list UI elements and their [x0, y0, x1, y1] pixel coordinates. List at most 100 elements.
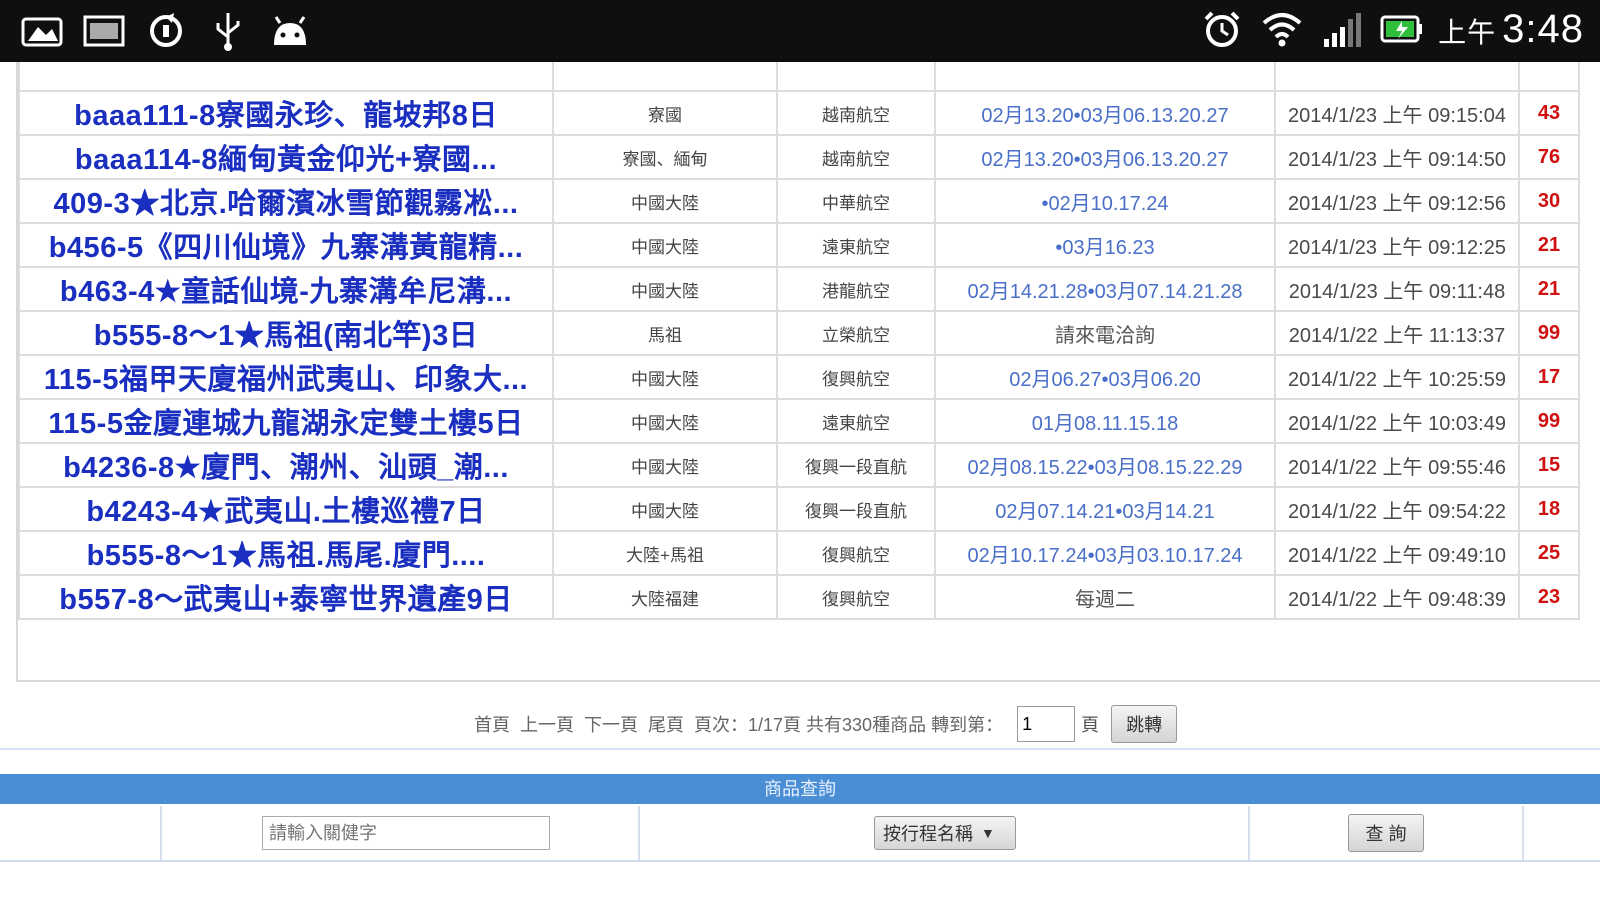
price-cell: 18 — [1518, 486, 1580, 532]
table-row[interactable]: b555-8～1★馬祖(南北竿)3日 馬祖 立榮航空 請來電洽詢 2014/1/22 上… — [18, 310, 1580, 356]
price-cell: 23 — [1518, 574, 1580, 620]
airline-cell: 港龍航空 — [776, 266, 936, 312]
table-row-partial — [18, 62, 1580, 92]
tour-name-link[interactable]: 409-3★北京.哈爾濱冰雪節觀霧凇... — [54, 188, 519, 220]
pagination: 首頁 上一頁 下一頁 尾頁 頁次：1/17頁 共有330種商品 轉到第： 頁 跳… — [474, 704, 1178, 744]
airline-cell: 遠東航空 — [776, 398, 936, 444]
go-page-button[interactable]: 跳轉 — [1111, 705, 1178, 743]
tour-name-link[interactable]: b4243-4★武夷山.土樓巡禮7日 — [86, 496, 485, 528]
tour-name-link[interactable]: b557-8～武夷山+泰寧世界遺產9日 — [59, 584, 512, 616]
departure-dates-cell: 每週二 — [934, 574, 1276, 620]
search-field-select[interactable]: 按行程名稱 ▼ — [874, 816, 1016, 850]
product-table: baaa111-8寮國永珍、龍坡邦8日 寮國 越南航空 02月13.20•03月06.… — [18, 62, 1580, 620]
airline-cell: 立榮航空 — [776, 310, 936, 356]
table-row[interactable]: b463-4★童話仙境-九寨溝牟尼溝... 中國大陸 港龍航空 02月14.21.28… — [18, 266, 1580, 312]
area-cell: 中國大陸 — [552, 486, 778, 532]
airline-cell: 復興一段直航 — [776, 486, 936, 532]
update-time-cell: 2014/1/23 上午 09:15:04 — [1274, 90, 1520, 136]
departure-dates-cell: 01月08.11.15.18 — [934, 398, 1276, 444]
departure-dates-cell: 02月10.17.24•03月03.10.17.24 — [934, 530, 1276, 576]
tour-name-cell[interactable]: b4243-4★武夷山.土樓巡禮7日 — [18, 486, 554, 532]
search-form: 按行程名稱 ▼ 查 詢 — [0, 806, 1600, 862]
sync-icon — [142, 8, 190, 54]
table-row[interactable]: 115-5福甲天廈福州武夷山、印象大... 中國大陸 復興航空 02月06.27•03… — [18, 354, 1580, 400]
update-time-cell: 2014/1/22 上午 09:49:10 — [1274, 530, 1520, 576]
page-suffix: 頁 — [1081, 715, 1100, 735]
tour-name-cell[interactable]: b463-4★童話仙境-九寨溝牟尼溝... — [18, 266, 554, 312]
tour-name-cell[interactable]: baaa114-8緬甸黃金仰光+寮國... — [18, 134, 554, 180]
chevron-down-icon: ▼ — [981, 825, 995, 841]
update-time-cell: 2014/1/22 上午 09:54:22 — [1274, 486, 1520, 532]
price-cell: 99 — [1518, 310, 1580, 356]
table-row[interactable]: b4236-8★廈門、潮州、汕頭_潮... 中國大陸 復興一段直航 02月08.15.… — [18, 442, 1580, 488]
status-clock: 上午 3:48 — [1438, 6, 1584, 51]
tour-name-link[interactable]: 115-5福甲天廈福州武夷山、印象大... — [44, 364, 528, 396]
departure-dates-cell: 02月08.15.22•03月08.15.22.29 — [934, 442, 1276, 488]
table-row[interactable]: baaa114-8緬甸黃金仰光+寮國... 寮國、緬甸 越南航空 02月13.20•0… — [18, 134, 1580, 180]
tour-name-cell[interactable]: b4236-8★廈門、潮州、汕頭_潮... — [18, 442, 554, 488]
area-cell: 大陸福建 — [552, 574, 778, 620]
page-number-input[interactable] — [1017, 706, 1076, 742]
update-time-cell: 2014/1/22 上午 09:55:46 — [1274, 442, 1520, 488]
tour-name-link[interactable]: baaa114-8緬甸黃金仰光+寮國... — [75, 144, 497, 176]
first-page-link[interactable]: 首頁 — [474, 711, 510, 737]
signal-icon — [1318, 6, 1366, 52]
area-cell: 寮國、緬甸 — [552, 134, 778, 180]
tour-name-cell[interactable]: 115-5福甲天廈福州武夷山、印象大... — [18, 354, 554, 400]
tour-name-cell[interactable]: 409-3★北京.哈爾濱冰雪節觀霧凇... — [18, 178, 554, 224]
table-row[interactable]: b4243-4★武夷山.土樓巡禮7日 中國大陸 復興一段直航 02月07.14.21•… — [18, 486, 1580, 532]
table-row[interactable]: b555-8～1★馬祖.馬尾.廈門.... 大陸+馬祖 復興航空 02月10.17.2… — [18, 530, 1580, 576]
area-cell: 中國大陸 — [552, 442, 778, 488]
tour-name-link[interactable]: b456-5《四川仙境》九寨溝黃龍精... — [49, 232, 524, 264]
airline-cell: 復興航空 — [776, 354, 936, 400]
last-page-link[interactable]: 尾頁 — [648, 711, 684, 737]
usb-icon — [204, 8, 252, 54]
update-time-cell: 2014/1/22 上午 10:03:49 — [1274, 398, 1520, 444]
search-button[interactable]: 查 詢 — [1348, 814, 1424, 852]
next-page-link[interactable]: 下一頁 — [584, 711, 638, 737]
airline-cell: 復興一段直航 — [776, 442, 936, 488]
departure-dates-cell: 請來電洽詢 — [934, 310, 1276, 356]
area-cell: 中國大陸 — [552, 266, 778, 312]
area-cell: 中國大陸 — [552, 222, 778, 268]
area-cell: 中國大陸 — [552, 398, 778, 444]
update-time-cell: 2014/1/22 上午 09:48:39 — [1274, 574, 1520, 620]
tour-name-link[interactable]: baaa111-8寮國永珍、龍坡邦8日 — [74, 100, 498, 132]
price-cell: 17 — [1518, 354, 1580, 400]
picture-icon — [18, 8, 66, 54]
divider — [0, 748, 1600, 750]
departure-dates-cell: 02月06.27•03月06.20 — [934, 354, 1276, 400]
tour-name-link[interactable]: b555-8～1★馬祖.馬尾.廈門.... — [87, 540, 486, 572]
airline-cell: 越南航空 — [776, 134, 936, 180]
airline-cell: 復興航空 — [776, 574, 936, 620]
airline-cell: 越南航空 — [776, 90, 936, 136]
android-icon — [266, 8, 314, 54]
departure-dates-cell: •02月10.17.24 — [934, 178, 1276, 224]
tour-name-link[interactable]: b463-4★童話仙境-九寨溝牟尼溝... — [60, 276, 512, 308]
tour-name-cell[interactable]: b456-5《四川仙境》九寨溝黃龍精... — [18, 222, 554, 268]
tour-name-cell[interactable]: b555-8～1★馬祖(南北竿)3日 — [18, 310, 554, 356]
departure-dates-cell: 02月14.21.28•03月07.14.21.28 — [934, 266, 1276, 312]
tour-name-cell[interactable]: b557-8～武夷山+泰寧世界遺產9日 — [18, 574, 554, 620]
table-row[interactable]: 115-5金廈連城九龍湖永定雙土樓5日 中國大陸 遠東航空 01月08.11.15.1… — [18, 398, 1580, 444]
table-row[interactable]: b456-5《四川仙境》九寨溝黃龍精... 中國大陸 遠東航空 •03月16.23 20… — [18, 222, 1580, 268]
area-cell: 中國大陸 — [552, 354, 778, 400]
tour-name-cell[interactable]: b555-8～1★馬祖.馬尾.廈門.... — [18, 530, 554, 576]
tour-name-cell[interactable]: 115-5金廈連城九龍湖永定雙土樓5日 — [18, 398, 554, 444]
update-time-cell: 2014/1/22 上午 10:25:59 — [1274, 354, 1520, 400]
update-time-cell: 2014/1/22 上午 11:13:37 — [1274, 310, 1520, 356]
prev-page-link[interactable]: 上一頁 — [520, 711, 574, 737]
tour-name-link[interactable]: 115-5金廈連城九龍湖永定雙土樓5日 — [48, 408, 523, 440]
tour-name-link[interactable]: b555-8～1★馬祖(南北竿)3日 — [94, 320, 478, 352]
search-header: 商品查詢 — [0, 774, 1600, 804]
keyword-input[interactable] — [262, 816, 550, 850]
table-row[interactable]: 409-3★北京.哈爾濱冰雪節觀霧凇... 中國大陸 中華航空 •02月10.17.2… — [18, 178, 1580, 224]
status-bar: 上午 3:48 — [0, 0, 1600, 62]
product-list: baaa111-8寮國永珍、龍坡邦8日 寮國 越南航空 02月13.20•03月06.… — [16, 62, 1600, 682]
table-row[interactable]: b557-8～武夷山+泰寧世界遺產9日 大陸福建 復興航空 每週二 2014/1/22 … — [18, 574, 1580, 620]
tour-name-cell[interactable]: baaa111-8寮國永珍、龍坡邦8日 — [18, 90, 554, 136]
wifi-icon — [1258, 6, 1306, 52]
table-row[interactable]: baaa111-8寮國永珍、龍坡邦8日 寮國 越南航空 02月13.20•03月06.… — [18, 90, 1580, 136]
tour-name-link[interactable]: b4236-8★廈門、潮州、汕頭_潮... — [63, 452, 509, 484]
airline-cell: 復興航空 — [776, 530, 936, 576]
